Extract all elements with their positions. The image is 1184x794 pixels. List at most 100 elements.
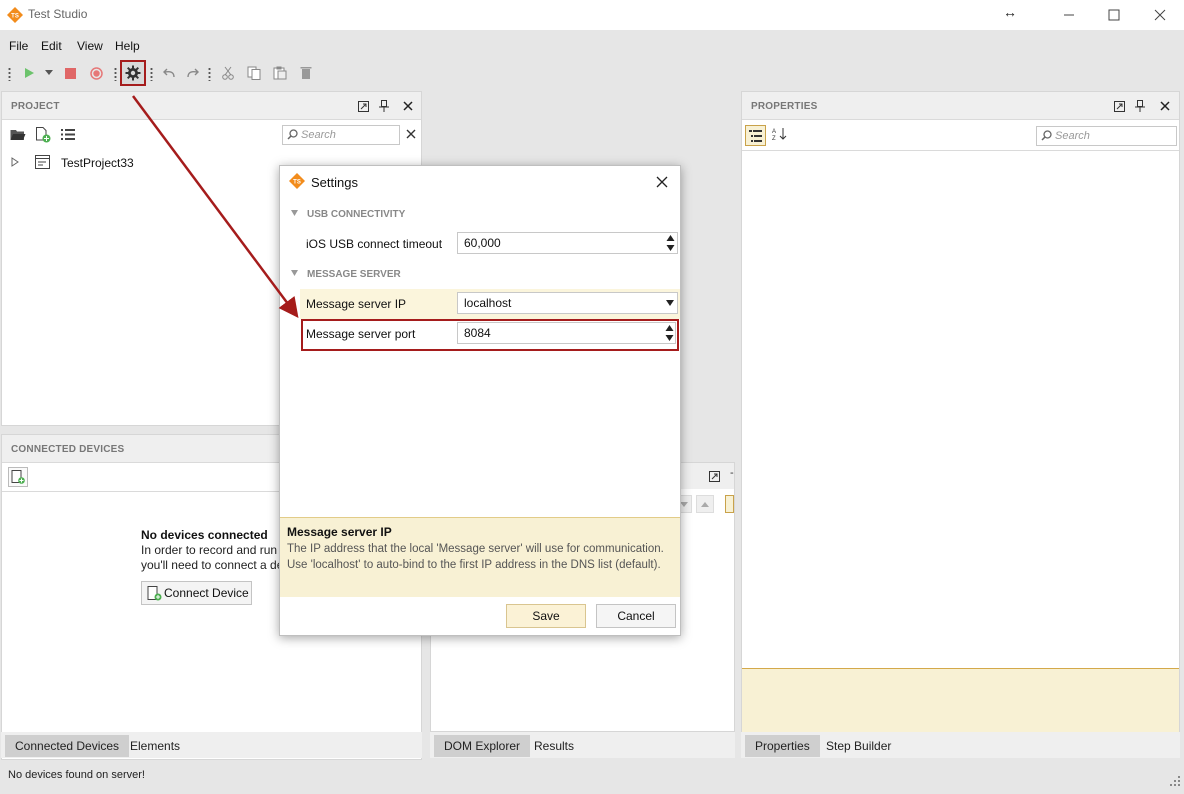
redo-icon bbox=[187, 68, 199, 78]
dom-scroll-up-button[interactable] bbox=[696, 495, 714, 513]
settings-button[interactable] bbox=[120, 60, 146, 86]
section-usb-connectivity: USB CONNECTIVITY bbox=[307, 209, 406, 220]
paste-button[interactable] bbox=[271, 64, 289, 82]
connect-device-button[interactable]: Connect Device bbox=[141, 581, 252, 605]
tab-results[interactable]: Results bbox=[524, 735, 584, 757]
toolbar-grip bbox=[114, 67, 117, 81]
new-file-button[interactable] bbox=[35, 127, 51, 143]
pin-icon bbox=[1135, 100, 1145, 112]
toolbar-grip bbox=[8, 67, 11, 81]
menu-bar: File Edit View Help bbox=[0, 36, 1184, 56]
tab-properties[interactable]: Properties bbox=[745, 735, 820, 757]
categorized-icon bbox=[749, 129, 762, 142]
undo-button[interactable] bbox=[160, 64, 178, 82]
menu-view[interactable]: View bbox=[77, 39, 103, 53]
tab-connected-devices[interactable]: Connected Devices bbox=[5, 735, 130, 757]
no-devices-title: No devices connected bbox=[141, 528, 268, 542]
copy-icon bbox=[247, 66, 261, 80]
resize-cursor-icon: ↔ bbox=[1003, 4, 1017, 20]
status-bar: No devices found on server! bbox=[0, 764, 1184, 788]
tab-step-builder[interactable]: Step Builder bbox=[816, 735, 901, 757]
server-port-input[interactable]: 8084 bbox=[457, 322, 676, 344]
test-list-button[interactable] bbox=[61, 128, 77, 142]
copy-button[interactable] bbox=[245, 64, 263, 82]
svg-text:Z: Z bbox=[772, 136, 776, 141]
undo-icon bbox=[163, 68, 175, 78]
project-panel-header: PROJECT bbox=[2, 92, 421, 120]
search-icon bbox=[1041, 130, 1052, 141]
project-search-input[interactable]: Search bbox=[282, 125, 400, 145]
properties-search-input[interactable]: Search bbox=[1036, 126, 1177, 146]
cut-button[interactable] bbox=[219, 64, 237, 82]
cancel-button[interactable]: Cancel bbox=[596, 604, 676, 628]
help-title: Message server IP bbox=[287, 525, 392, 539]
delete-button[interactable] bbox=[297, 64, 315, 82]
record-icon bbox=[89, 66, 103, 80]
close-panel-button[interactable] bbox=[1158, 99, 1172, 113]
open-project-button[interactable] bbox=[10, 128, 26, 142]
add-device-button[interactable] bbox=[8, 467, 28, 487]
devices-panel-title: CONNECTED DEVICES bbox=[11, 444, 125, 455]
tab-elements[interactable]: Elements bbox=[120, 735, 190, 757]
right-tab-strip: Properties Step Builder bbox=[741, 732, 1180, 758]
categorized-view-button[interactable] bbox=[745, 125, 766, 146]
close-panel-button[interactable] bbox=[401, 99, 415, 113]
svg-text:TS: TS bbox=[11, 14, 19, 20]
properties-panel: PROPERTIES AZ Search bbox=[741, 91, 1180, 734]
server-ip-label: Message server IP bbox=[306, 297, 407, 311]
sort-alphabetical-button[interactable]: AZ bbox=[772, 127, 790, 145]
ios-timeout-input[interactable]: 60,000 bbox=[457, 232, 678, 254]
help-panel: Message server IP The IP address that th… bbox=[280, 517, 680, 597]
server-port-stepper[interactable] bbox=[663, 323, 676, 343]
maximize-button[interactable] bbox=[1091, 0, 1137, 30]
minimize-button[interactable] bbox=[1046, 0, 1092, 30]
app-title: Test Studio bbox=[28, 7, 88, 21]
server-port-label: Message server port bbox=[306, 327, 416, 341]
no-devices-text-line1: In order to record and run te bbox=[141, 543, 291, 557]
clear-search-button[interactable] bbox=[406, 128, 418, 140]
run-button[interactable] bbox=[20, 64, 38, 82]
no-devices-text-line2: you'll need to connect a dev bbox=[141, 558, 290, 572]
server-ip-select[interactable]: localhost bbox=[457, 292, 678, 314]
float-icon bbox=[1113, 100, 1125, 112]
menu-edit[interactable]: Edit bbox=[41, 39, 62, 53]
close-window-button[interactable] bbox=[1137, 0, 1183, 30]
float-panel-button[interactable] bbox=[707, 469, 721, 483]
run-dropdown-button[interactable] bbox=[42, 64, 56, 82]
pin-panel-button[interactable] bbox=[1133, 99, 1147, 113]
stepper-arrows-icon bbox=[665, 325, 674, 341]
expand-arrow-icon bbox=[11, 157, 19, 167]
ios-timeout-stepper[interactable] bbox=[664, 233, 677, 253]
title-bar: TS Test Studio ↔ bbox=[0, 0, 1184, 30]
float-panel-button[interactable] bbox=[1112, 99, 1126, 113]
tree-item-label: TestProject33 bbox=[61, 156, 134, 170]
connect-device-icon bbox=[147, 586, 162, 601]
stop-button[interactable] bbox=[61, 64, 79, 82]
menu-help[interactable]: Help bbox=[115, 39, 140, 53]
float-icon bbox=[357, 100, 369, 112]
dom-toggle-button[interactable] bbox=[725, 495, 734, 513]
cut-icon bbox=[222, 66, 234, 80]
menu-file[interactable]: File bbox=[9, 39, 28, 53]
search-icon bbox=[287, 129, 298, 140]
sort-alpha-icon: AZ bbox=[772, 128, 787, 142]
collapse-arrow-icon[interactable] bbox=[291, 210, 298, 216]
run-icon bbox=[25, 68, 34, 78]
tab-dom-explorer[interactable]: DOM Explorer bbox=[434, 735, 531, 757]
collapse-arrow-icon[interactable] bbox=[291, 270, 298, 276]
app-logo-icon: TS bbox=[289, 173, 305, 189]
settings-icon bbox=[125, 65, 141, 81]
close-icon bbox=[656, 176, 668, 188]
record-button[interactable] bbox=[87, 64, 105, 82]
dialog-close-button[interactable] bbox=[654, 174, 670, 190]
pin-icon: - bbox=[730, 467, 734, 479]
svg-text:A: A bbox=[772, 129, 776, 135]
float-panel-button[interactable] bbox=[356, 99, 370, 113]
resize-grip-icon[interactable] bbox=[1170, 776, 1180, 786]
properties-description-area bbox=[742, 668, 1179, 733]
redo-button[interactable] bbox=[184, 64, 202, 82]
pin-panel-button[interactable] bbox=[377, 99, 391, 113]
float-icon bbox=[708, 470, 720, 482]
save-button[interactable]: Save bbox=[506, 604, 586, 628]
toolbar-grip bbox=[150, 67, 153, 81]
